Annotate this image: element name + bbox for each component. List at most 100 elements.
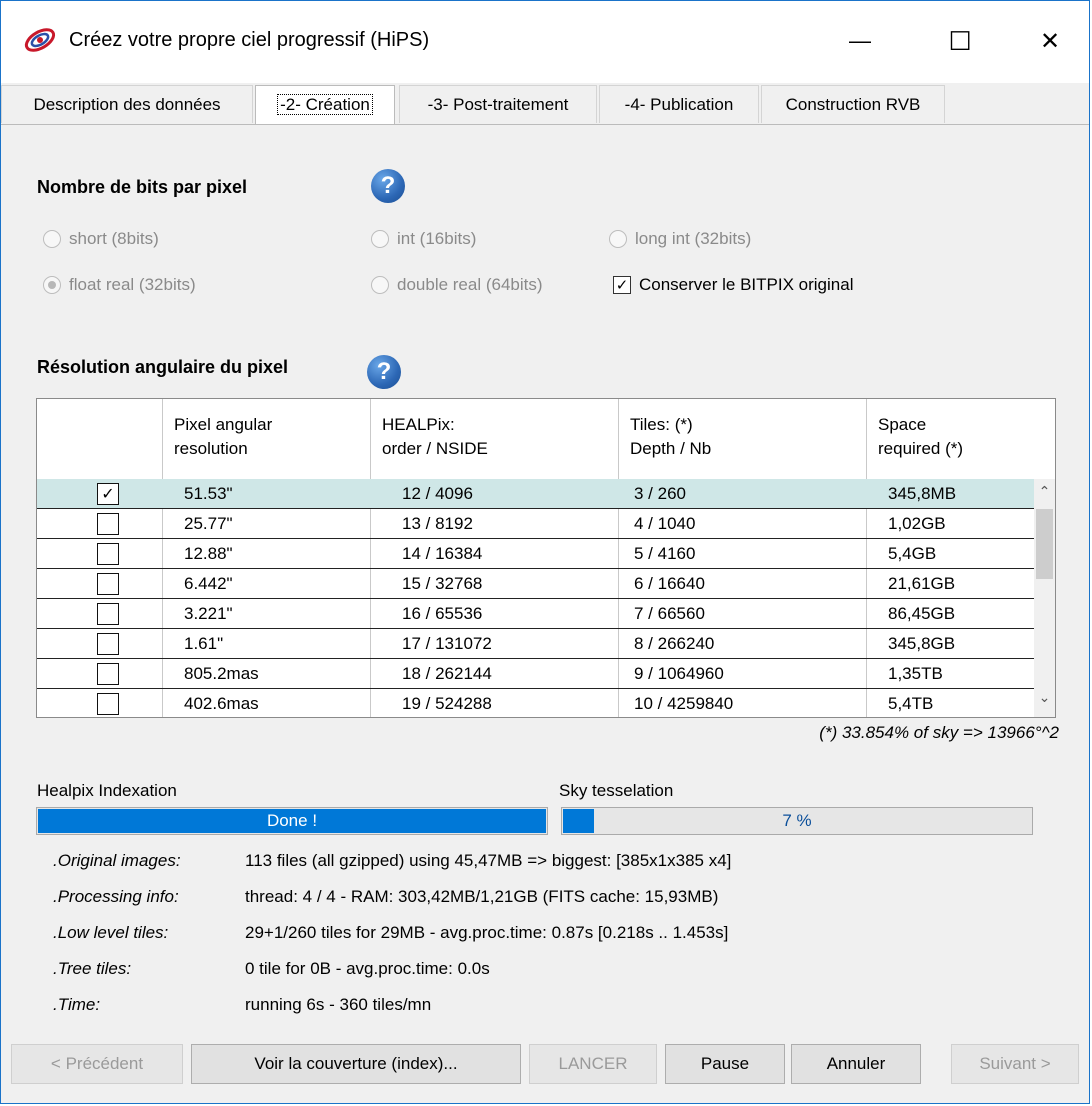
table-row[interactable]: 402.6mas 19 / 524288 10 / 4259840 5,4TB bbox=[37, 689, 1034, 717]
tab-construction-rvb[interactable]: Construction RVB bbox=[761, 85, 945, 123]
column-header-resolution: Pixel angular resolution bbox=[174, 413, 272, 461]
row-checkbox[interactable] bbox=[97, 513, 119, 535]
help-icon[interactable]: ? bbox=[371, 169, 405, 203]
view-coverage-button[interactable]: Voir la couverture (index)... bbox=[191, 1044, 521, 1084]
checkbox-label: Conserver le BITPIX original bbox=[639, 275, 854, 294]
header-line: Space bbox=[878, 415, 927, 434]
info-value-time: running 6s - 360 tiles/mn bbox=[245, 995, 432, 1014]
info-value-low-level-tiles: 29+1/260 tiles for 29MB - avg.proc.time:… bbox=[245, 923, 729, 942]
table-row[interactable]: 25.77" 13 / 8192 4 / 1040 1,02GB bbox=[37, 509, 1034, 539]
keep-bitpix-checkbox[interactable]: ✓ Conserver le BITPIX original bbox=[613, 275, 853, 295]
resolution-section-title: Résolution angulaire du pixel bbox=[37, 357, 289, 377]
row-checkbox-checked[interactable]: ✓ bbox=[97, 483, 119, 505]
minimize-icon: — bbox=[849, 28, 871, 53]
cell-resolution: 25.77" bbox=[184, 514, 233, 533]
progress-text: Done ! bbox=[266, 811, 318, 830]
radio-icon bbox=[371, 230, 389, 248]
radio-long-int[interactable]: long int (32bits) bbox=[609, 229, 751, 249]
radio-double[interactable]: double real (64bits) bbox=[371, 275, 543, 295]
help-icon[interactable]: ? bbox=[367, 355, 401, 389]
cell-healpix: 19 / 524288 bbox=[402, 694, 492, 713]
cell-healpix: 15 / 32768 bbox=[402, 574, 483, 593]
header-line: HEALPix: bbox=[382, 415, 455, 434]
table-row[interactable]: 1.61" 17 / 131072 8 / 266240 345,8GB bbox=[37, 629, 1034, 659]
cell-resolution: 1.61" bbox=[184, 634, 224, 653]
previous-button[interactable]: < Précédent bbox=[11, 1044, 183, 1084]
row-checkbox[interactable] bbox=[97, 573, 119, 595]
progress-text: 7 % bbox=[782, 811, 812, 830]
row-checkbox[interactable] bbox=[97, 693, 119, 715]
table-row[interactable]: 6.442" 15 / 32768 6 / 16640 21,61GB bbox=[37, 569, 1034, 599]
window-title: Créez votre propre ciel progressif (HiPS… bbox=[69, 29, 430, 51]
cell-space: 345,8MB bbox=[888, 484, 957, 503]
cell-resolution: 402.6mas bbox=[184, 694, 259, 713]
row-checkbox[interactable] bbox=[97, 543, 119, 565]
cell-resolution: 51.53" bbox=[184, 484, 233, 503]
row-checkbox[interactable] bbox=[97, 633, 119, 655]
cell-tiles: 10 / 4259840 bbox=[634, 694, 734, 713]
cell-space: 5,4TB bbox=[888, 694, 934, 713]
radio-icon bbox=[43, 230, 61, 248]
tab-post-traitement[interactable]: -3- Post-traitement bbox=[399, 85, 597, 123]
tab-publication[interactable]: -4- Publication bbox=[599, 85, 759, 123]
column-header-tiles: Tiles: (*) Depth / Nb bbox=[630, 413, 711, 461]
maximize-icon: ☐ bbox=[948, 25, 972, 56]
header-line: order / NSIDE bbox=[382, 439, 488, 458]
sky-coverage-note: (*) 33.854% of sky => 13966°^2 bbox=[819, 723, 1059, 742]
cell-resolution: 6.442" bbox=[184, 574, 233, 593]
radio-label: double real (64bits) bbox=[397, 275, 543, 294]
maximize-button[interactable]: ☐ bbox=[937, 19, 983, 63]
table-row[interactable]: 3.221" 16 / 65536 7 / 66560 86,45GB bbox=[37, 599, 1034, 629]
info-label-processing: .Processing info: bbox=[53, 887, 179, 906]
info-label-tree-tiles: .Tree tiles: bbox=[53, 959, 132, 978]
row-checkbox[interactable] bbox=[97, 663, 119, 685]
table-header: Pixel angular resolution HEALPix: order … bbox=[37, 399, 1034, 480]
tab-creation[interactable]: -2- Création bbox=[255, 85, 395, 125]
cell-healpix: 12 / 4096 bbox=[402, 484, 473, 503]
hips-window: Créez votre propre ciel progressif (HiPS… bbox=[0, 0, 1090, 1104]
cancel-button[interactable]: Annuler bbox=[791, 1044, 921, 1084]
radio-short[interactable]: short (8bits) bbox=[43, 229, 159, 249]
indexation-label: Healpix Indexation bbox=[37, 781, 177, 800]
cell-healpix: 16 / 65536 bbox=[402, 604, 483, 623]
cell-tiles: 3 / 260 bbox=[634, 484, 686, 503]
aladin-logo-icon bbox=[24, 28, 56, 52]
checkbox-checked-icon: ✓ bbox=[613, 276, 631, 294]
scroll-up-icon[interactable]: ⌃ bbox=[1034, 483, 1055, 503]
radio-float[interactable]: float real (32bits) bbox=[43, 275, 196, 295]
next-button[interactable]: Suivant > bbox=[951, 1044, 1079, 1084]
cell-space: 345,8GB bbox=[888, 634, 956, 653]
cell-space: 1,35TB bbox=[888, 664, 943, 683]
table-row[interactable]: ✓ 51.53" 12 / 4096 3 / 260 345,8MB bbox=[37, 479, 1034, 509]
radio-label: long int (32bits) bbox=[635, 229, 752, 248]
cell-tiles: 9 / 1064960 bbox=[634, 664, 724, 683]
scroll-thumb[interactable] bbox=[1036, 509, 1053, 579]
scroll-down-icon[interactable]: ⌄ bbox=[1034, 689, 1055, 709]
info-value-original-images: 113 files (all gzipped) using 45,47MB =>… bbox=[245, 851, 732, 870]
tab-label: -3- Post-traitement bbox=[427, 95, 569, 114]
table-row[interactable]: 12.88" 14 / 16384 5 / 4160 5,4GB bbox=[37, 539, 1034, 569]
tab-label: -4- Publication bbox=[624, 95, 734, 114]
row-checkbox[interactable] bbox=[97, 603, 119, 625]
info-label-time: .Time: bbox=[53, 995, 101, 1014]
header-line: Tiles: (*) bbox=[630, 415, 693, 434]
cell-resolution: 3.221" bbox=[184, 604, 233, 623]
vertical-scrollbar[interactable]: ⌃ ⌄ bbox=[1034, 479, 1055, 717]
radio-label: int (16bits) bbox=[397, 229, 477, 248]
column-header-space: Space required (*) bbox=[878, 413, 963, 461]
tesselation-progress-bar: 7 % bbox=[561, 807, 1033, 835]
tab-label: Description des données bbox=[33, 95, 221, 114]
launch-button[interactable]: LANCER bbox=[529, 1044, 657, 1084]
minimize-button[interactable]: — bbox=[837, 19, 883, 63]
tab-bar: Description des données -2- Création -3-… bbox=[1, 85, 1089, 125]
pause-button[interactable]: Pause bbox=[665, 1044, 785, 1084]
header-line: resolution bbox=[174, 439, 248, 458]
tab-description[interactable]: Description des données bbox=[1, 85, 253, 123]
bits-section-title: Nombre de bits par pixel bbox=[37, 177, 248, 197]
close-button[interactable]: ✕ bbox=[1027, 19, 1073, 63]
info-value-tree-tiles: 0 tile for 0B - avg.proc.time: 0.0s bbox=[245, 959, 490, 978]
radio-int[interactable]: int (16bits) bbox=[371, 229, 476, 249]
radio-label: short (8bits) bbox=[69, 229, 159, 248]
table-row[interactable]: 805.2mas 18 / 262144 9 / 1064960 1,35TB bbox=[37, 659, 1034, 689]
cell-space: 1,02GB bbox=[888, 514, 946, 533]
